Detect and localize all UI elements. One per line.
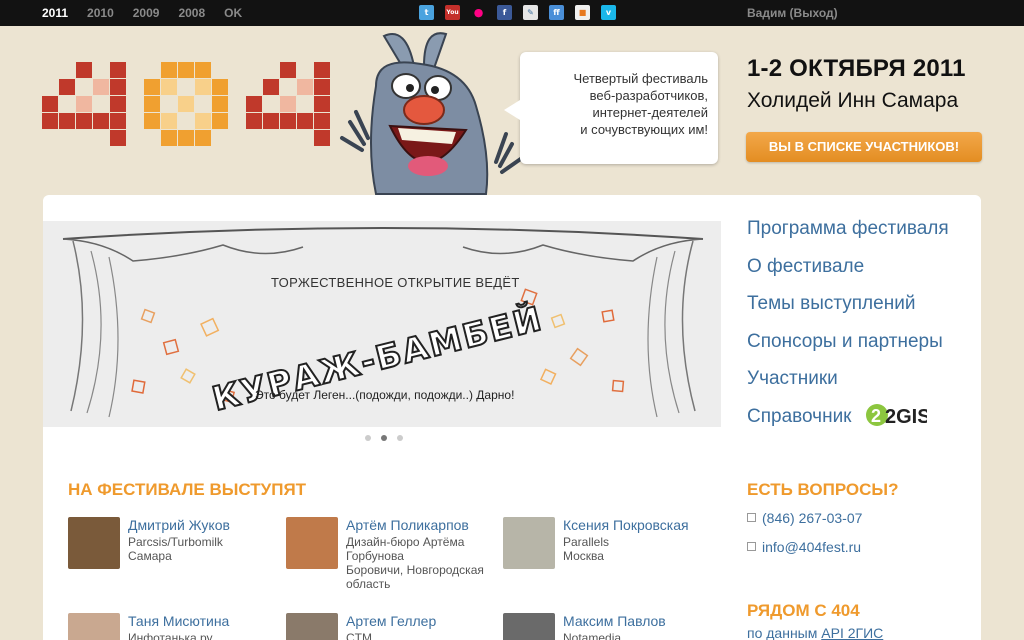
svg-text:2: 2 [871,406,881,426]
speaker-details: CTM [346,631,506,640]
speaker-details: Parcsis/Turbomilk Самара [128,535,288,563]
speaker-photo[interactable] [68,613,120,640]
tagline-line-1: Четвертый фестиваль [573,71,708,86]
speaker-name[interactable]: Дмитрий Жуков [128,517,230,533]
logo-404-pixel-art [42,62,330,146]
nearby-subtitle: по данным API 2ГИС [747,625,883,640]
feather-icon[interactable]: ✎ [523,5,538,20]
speaker-details: Notamedia [563,631,723,640]
nearby-heading: РЯДОМ С 404 [747,601,860,620]
slider-dot-3[interactable] [397,435,403,441]
speaker-photo[interactable] [503,613,555,640]
nav-about[interactable]: О фестивале [747,256,949,294]
speaker-company: Parallels [563,535,610,549]
top-bar: 2011 2010 2009 2008 OK t You ● f ✎ ff ■ … [0,0,1024,26]
blogger-icon[interactable]: ■ [575,5,590,20]
speaker-company: Parcsis/Turbomilk [128,535,223,549]
slider-dot-2[interactable] [381,435,387,441]
nav-participants[interactable]: Участники [747,368,949,406]
speakers-heading: НА ФЕСТИВАЛЕ ВЫСТУПЯТ [68,480,307,499]
speaker-photo[interactable] [286,613,338,640]
contacts-heading: ЕСТЬ ВОПРОСЫ? [747,480,899,499]
event-venue: Холидей Инн Самара [747,89,959,112]
slide-title: ТОРЖЕСТВЕННОЕ ОТКРЫТИЕ ВЕДЁТ [271,275,520,290]
year-link-2008[interactable]: 2008 [178,6,205,20]
main-panel: ТОРЖЕСТВЕННОЕ ОТКРЫТИЕ ВЕДЁТ КУРАЖ-БАМБЕ… [43,195,981,640]
speaker-company: Notamedia [563,631,622,640]
year-link-2011[interactable]: 2011 [42,6,68,20]
contact-email[interactable]: info@404fest.ru [747,539,861,555]
year-link-2009[interactable]: 2009 [133,6,160,20]
twitter-icon[interactable]: t [419,5,434,20]
festival-logo[interactable] [42,58,334,160]
speaker-company: CTM [346,631,372,640]
tagline-speech-bubble: Четвертый фестиваль веб-разработчиков, и… [504,52,718,164]
contact-phone: (846) 267-03-07 [747,510,862,526]
email-address[interactable]: info@404fest.ru [762,539,861,555]
speaker-name[interactable]: Ксения Покровская [563,517,689,533]
speaker-city: Самара [128,549,172,563]
speaker-name[interactable]: Таня Мисютина [128,613,229,629]
tagline-line-2: веб-разработчиков, [589,88,708,103]
nav-sponsors[interactable]: Спонсоры и партнеры [747,331,949,369]
registration-status-button[interactable]: ВЫ В СПИСКЕ УЧАСТНИКОВ! [746,132,982,162]
nav-topics[interactable]: Темы выступлений [747,293,949,331]
phone-icon [747,513,756,522]
speaker-name[interactable]: Артём Поликарпов [346,517,469,533]
tagline-line-3: интернет-деятелей [592,105,708,120]
phone-number: (846) 267-03-07 [762,510,863,526]
api-2gis-link[interactable]: API 2ГИС [821,625,883,640]
speaker-photo[interactable] [503,517,555,569]
speaker-details: Дизайн-бюро Артёма Горбунова Боровичи, Но… [346,535,506,591]
speaker-photo[interactable] [68,517,120,569]
speaker-details: Parallels Москва [563,535,723,563]
friendfeed-icon[interactable]: ff [549,5,564,20]
slide-caption: Это будет Леген...(подожди, подожди..) Д… [255,388,515,402]
gis-badge-text: 2GIS [885,406,927,428]
speaker-city: Боровичи, Новгородская область [346,563,484,591]
speaker-name[interactable]: Максим Павлов [563,613,666,629]
2gis-logo-icon[interactable]: 2 2GIS [865,401,931,434]
tagline-line-4: и сочувствующих им! [580,122,708,137]
youtube-icon[interactable]: You [445,5,460,20]
year-nav: 2011 2010 2009 2008 OK [42,6,261,20]
speaker-city: Москва [563,549,604,563]
speaker-photo[interactable] [286,517,338,569]
speaker-company: Инфотанька.ру [128,631,213,640]
nav-program[interactable]: Программа фестиваля [747,218,949,256]
promo-slider[interactable]: ТОРЖЕСТВЕННОЕ ОТКРЫТИЕ ВЕДЁТ КУРАЖ-БАМБЕ… [43,221,721,427]
year-link-2010[interactable]: 2010 [87,6,114,20]
nearby-prefix: по данным [747,625,822,640]
mail-icon [747,542,756,551]
speaker-name[interactable]: Артем Геллер [346,613,436,629]
user-logout-link[interactable]: Вадим (Выход) [747,6,838,20]
year-link-ok[interactable]: OK [224,6,242,20]
event-date: 1-2 ОКТЯБРЯ 2011 [747,55,966,82]
facebook-icon[interactable]: f [497,5,512,20]
speaker-details: Инфотанька.ру [128,631,288,640]
vimeo-icon[interactable]: v [601,5,616,20]
slider-dots [365,435,403,441]
social-links: t You ● f ✎ ff ■ v [419,5,616,20]
speaker-company: Дизайн-бюро Артёма Горбунова [346,535,465,563]
slider-dot-1[interactable] [365,435,371,441]
flickr-icon[interactable]: ● [471,5,486,20]
